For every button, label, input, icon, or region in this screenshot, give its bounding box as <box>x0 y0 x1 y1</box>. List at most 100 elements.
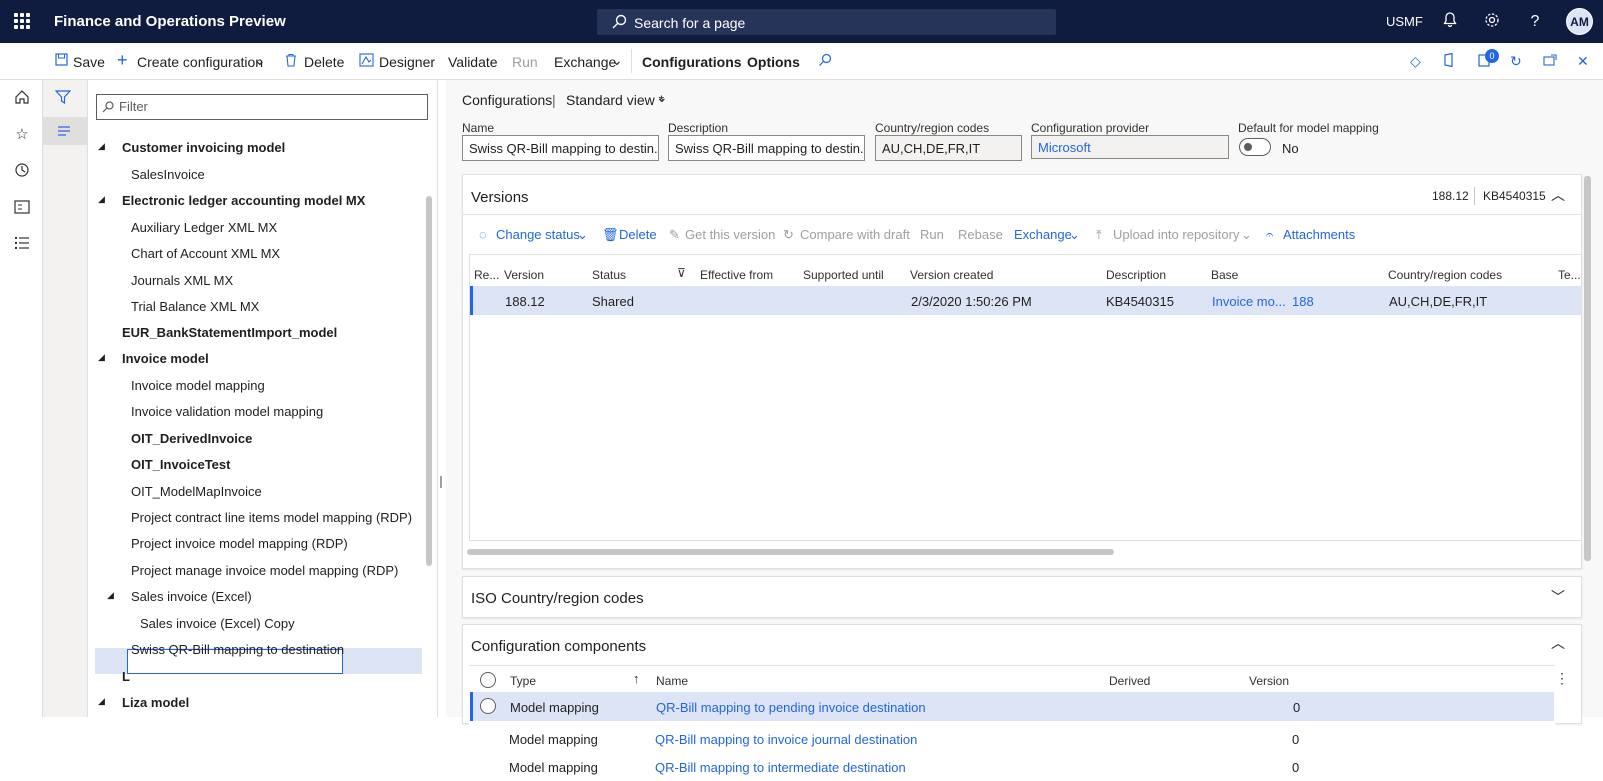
column-header[interactable]: Description <box>1106 268 1166 282</box>
base-version-link[interactable]: 188 <box>1292 294 1314 309</box>
tree-item[interactable]: Project contract line items model mappin… <box>131 510 412 525</box>
tree-item[interactable]: Journals XML MX <box>131 273 233 288</box>
column-header[interactable]: Country/region codes <box>1388 268 1502 282</box>
collapse-triangle-icon[interactable]: ◢ <box>98 141 105 152</box>
country-field[interactable]: AU,CH,DE,FR,IT <box>875 135 1022 161</box>
star-icon[interactable]: ☆ <box>12 125 32 145</box>
chevron-down-icon[interactable]: ﹀ <box>1551 587 1565 607</box>
tree-item[interactable]: Chart of Account XML MX <box>131 246 280 261</box>
column-header-derived[interactable]: Derived <box>1109 674 1150 688</box>
list-view-toggle[interactable] <box>43 117 88 145</box>
refresh-icon[interactable]: ↻ <box>1510 53 1522 70</box>
help-icon[interactable]: ? <box>1525 12 1545 32</box>
version-exchange-button[interactable]: Exchange <box>1014 227 1072 242</box>
tree-item[interactable]: OIT_InvoiceTest <box>131 457 230 472</box>
bell-icon[interactable] <box>1440 12 1460 32</box>
tree-item[interactable]: Sales invoice (Excel) Copy <box>140 616 295 631</box>
company-picker[interactable]: USMF <box>1386 0 1423 43</box>
change-status-button[interactable]: Change status <box>496 227 580 242</box>
chevron-down-icon[interactable]: ⌄ <box>254 52 266 69</box>
home-icon[interactable] <box>12 89 32 109</box>
validate-button[interactable]: Validate <box>448 54 498 70</box>
chevron-down-icon[interactable]: ⌄ <box>1241 227 1252 243</box>
collapse-triangle-icon[interactable]: ◢ <box>98 696 105 707</box>
versions-title[interactable]: Versions <box>471 189 529 206</box>
tree-item[interactable]: SalesInvoice <box>131 167 205 182</box>
tree-item[interactable]: Auxiliary Ledger XML MX <box>131 220 277 235</box>
find-icon[interactable] <box>818 53 832 70</box>
name-field[interactable]: Swiss QR-Bill mapping to destin... <box>462 135 659 161</box>
clock-icon[interactable] <box>12 162 32 182</box>
tree-item[interactable]: Electronic ledger accounting model MX <box>122 193 365 208</box>
tree-item[interactable]: Project manage invoice model mapping (RD… <box>131 563 398 578</box>
column-header[interactable]: Base <box>1211 268 1238 282</box>
create-configuration-button[interactable]: Create configuration <box>137 54 263 70</box>
table-row[interactable]: Model mapping QR-Bill mapping to interme… <box>469 752 1555 781</box>
run-button[interactable]: Run <box>512 54 538 70</box>
collapse-triangle-icon[interactable]: ◢ <box>98 194 105 205</box>
tree-item[interactable]: OIT_DerivedInvoice <box>131 431 252 446</box>
tree-scrollbar[interactable] <box>426 196 432 566</box>
pane-splitter[interactable] <box>438 80 446 717</box>
table-row[interactable]: Model mapping QR-Bill mapping to invoice… <box>469 723 1555 752</box>
column-header[interactable]: Status <box>592 268 626 282</box>
chevron-down-icon[interactable]: ⌄ <box>577 227 588 243</box>
diamond-icon[interactable]: ◇ <box>1410 53 1421 70</box>
tree-item[interactable]: OIT_ModelMapInvoice <box>131 484 262 499</box>
row-radio[interactable] <box>480 698 496 714</box>
column-header-type[interactable]: Type <box>510 674 536 688</box>
filter-input[interactable] <box>119 99 419 114</box>
components-title[interactable]: Configuration components <box>471 638 646 655</box>
column-header[interactable]: Supported until <box>803 268 884 282</box>
table-row[interactable]: 188.12 Shared 2/3/2020 1:50:26 PM KB4540… <box>470 286 1581 315</box>
column-header[interactable]: Version <box>504 268 544 282</box>
search-box[interactable]: Search for a page <box>597 9 1056 35</box>
column-header[interactable]: Version created <box>910 268 993 282</box>
chevron-up-icon[interactable]: ︿ <box>1551 185 1565 205</box>
iso-card[interactable]: ISO Country/region codes ﹀ <box>462 576 1582 618</box>
view-selector[interactable]: Standard view * <box>566 92 664 108</box>
filter-icon[interactable]: ⊽ <box>677 266 686 280</box>
more-icon[interactable]: ⋮ <box>1555 670 1569 687</box>
rebase-button[interactable]: Rebase <box>958 227 1003 242</box>
close-icon[interactable]: ✕ <box>1577 53 1589 70</box>
name-link[interactable]: QR-Bill mapping to intermediate destinat… <box>655 760 906 775</box>
provider-field[interactable]: Microsoft <box>1031 135 1229 159</box>
configurations-tab[interactable]: Configurations <box>642 54 742 70</box>
main-scrollbar[interactable] <box>1584 176 1591 561</box>
column-header[interactable]: Effective from <box>700 268 773 282</box>
get-version-button[interactable]: Get this version <box>685 227 775 242</box>
compare-button[interactable]: Compare with draft <box>800 227 910 242</box>
filter-field[interactable] <box>96 94 428 120</box>
delete-button[interactable]: Delete <box>304 54 344 70</box>
chevron-down-icon[interactable]: ⌄ <box>656 89 668 106</box>
workspace-icon[interactable] <box>12 200 32 220</box>
base-link[interactable]: Invoice mo... <box>1212 294 1286 309</box>
open-new-window-icon[interactable] <box>1543 53 1557 69</box>
filter-icon[interactable] <box>54 89 72 108</box>
upload-button[interactable]: Upload into repository <box>1113 227 1239 242</box>
collapse-triangle-icon[interactable]: ◢ <box>107 590 114 601</box>
tree-item[interactable]: Trial Balance XML MX <box>131 299 259 314</box>
collapse-triangle-icon[interactable]: ◢ <box>98 352 105 363</box>
tree-item-selected[interactable]: Swiss QR-Bill mapping to destination <box>131 642 344 657</box>
horizontal-scrollbar[interactable] <box>467 549 1114 555</box>
select-all-radio[interactable] <box>480 672 496 688</box>
modules-icon[interactable] <box>12 236 32 256</box>
description-field[interactable]: Swiss QR-Bill mapping to destin... <box>668 135 865 161</box>
tree-item[interactable]: Invoice model <box>122 351 209 366</box>
tree-item[interactable]: Sales invoice (Excel) <box>131 589 252 604</box>
sort-up-icon[interactable]: ↑ <box>633 671 640 686</box>
attachments-button[interactable]: Attachments <box>1283 227 1355 242</box>
iso-title[interactable]: ISO Country/region codes <box>471 590 644 607</box>
gear-icon[interactable] <box>1482 12 1502 32</box>
tree-item[interactable]: L <box>122 669 130 684</box>
exchange-button[interactable]: Exchange <box>554 54 616 70</box>
column-header-name[interactable]: Name <box>656 674 688 688</box>
tree-item[interactable]: Invoice validation model mapping <box>131 404 323 419</box>
name-link[interactable]: QR-Bill mapping to invoice journal desti… <box>655 732 917 747</box>
tree-item[interactable]: EUR_BankStatementImport_model <box>122 325 337 340</box>
tree-item[interactable]: Liza model <box>122 695 189 710</box>
save-button[interactable]: Save <box>73 54 105 70</box>
avatar[interactable]: AM <box>1566 8 1593 35</box>
